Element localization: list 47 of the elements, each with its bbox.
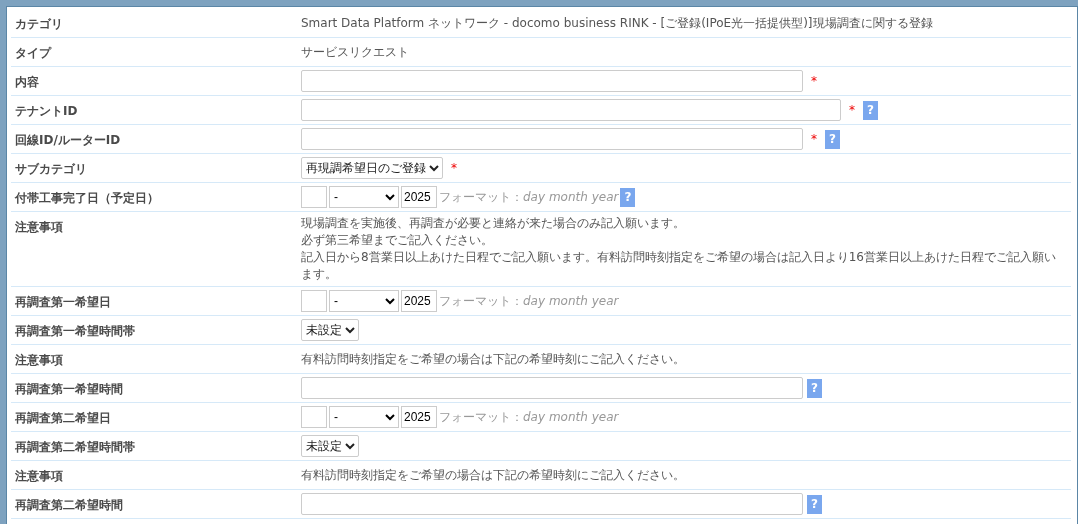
field-label: 再調査第一希望時間帯 [14, 323, 136, 340]
required-mark: * [451, 161, 457, 175]
note-text: 必ず第三希望までご記入ください。 [301, 232, 494, 249]
field-value: 有料訪問時刻指定をご希望の場合は下記の希望時刻にご記入ください。 [301, 351, 686, 368]
field-label: 再調査第二希望時間 [14, 497, 124, 514]
note-text: 現場調査を実施後、再調査が必要と連絡が来た場合のみ記入願います。 [301, 215, 686, 232]
note-text: 記入日から8営業日以上あけた日程でご記入願います。有料訪問時刻指定をご希望の場合は記入日より16営業日以上あけた日程でご記入願います。 [301, 249, 1057, 283]
year-field[interactable]: 2025 [401, 186, 437, 208]
required-mark: * [811, 132, 817, 146]
text-field[interactable] [301, 493, 803, 515]
dropdown[interactable]: 未設定 [301, 319, 359, 341]
field-label: 注意事項 [14, 468, 64, 485]
text-field[interactable] [301, 377, 803, 399]
field-label: 注意事項 [14, 352, 64, 369]
month-dropdown[interactable]: - [329, 186, 399, 208]
format-hint: フォーマット：day month year [439, 292, 619, 310]
month-dropdown[interactable]: - [329, 290, 399, 312]
year-field[interactable]: 2025 [401, 406, 437, 428]
day-field[interactable] [301, 406, 327, 428]
field-value: Smart Data Platform ネットワーク - docomo business RINK - [ご登録(IPoE光一括提供型)]現場調査に関する登録 [301, 15, 934, 32]
year-field[interactable]: 2025 [401, 290, 437, 312]
day-field[interactable] [301, 290, 327, 312]
day-field[interactable] [301, 186, 327, 208]
field-label: サブカテゴリ [14, 161, 88, 178]
field-label: 再調査第一希望時間 [14, 381, 124, 398]
field-label: 回線ID/ルーターID [14, 132, 122, 149]
text-field[interactable] [301, 70, 803, 92]
field-label: 再調査第一希望日 [14, 294, 112, 311]
field-label: 注意事項 [14, 219, 64, 236]
field-label: 再調査第二希望日 [14, 410, 112, 427]
dropdown[interactable]: 未設定 [301, 435, 359, 457]
field-label: タイプ [14, 45, 53, 62]
text-field[interactable] [301, 99, 841, 121]
text-field[interactable] [301, 128, 803, 150]
field-label: カテゴリ [14, 16, 64, 33]
field-label: 付帯工事完了日（予定日） [13, 190, 160, 207]
dropdown[interactable]: 再現調希望日のご登録 [301, 157, 443, 179]
field-label: 再調査第二希望時間帯 [14, 439, 136, 456]
field-value: 有料訪問時刻指定をご希望の場合は下記の希望時刻にご記入ください。 [301, 467, 686, 484]
field-label: テナントID [14, 103, 79, 120]
field-value: サービスリクエスト [301, 44, 410, 61]
required-mark: * [811, 74, 817, 88]
field-label: 内容 [14, 74, 40, 91]
format-hint: フォーマット：day month year [439, 408, 619, 426]
required-mark: * [849, 103, 855, 117]
month-dropdown[interactable]: - [329, 406, 399, 428]
format-hint: フォーマット：day month year [439, 188, 619, 206]
